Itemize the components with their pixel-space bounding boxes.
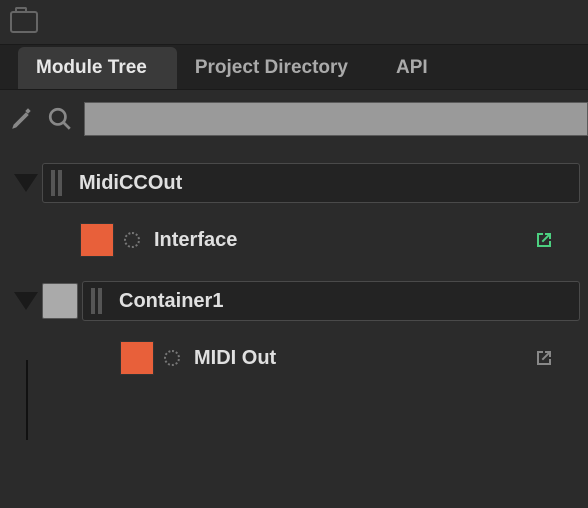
expand-toggle-icon[interactable] xyxy=(14,174,38,192)
grip-icon xyxy=(91,288,105,314)
search-icon[interactable] xyxy=(46,105,74,133)
tab-module-tree[interactable]: Module Tree xyxy=(18,47,177,89)
tree-child-interface[interactable]: Interface xyxy=(14,218,580,262)
expand-toggle-icon[interactable] xyxy=(14,292,38,310)
drag-handle[interactable] xyxy=(42,283,78,319)
popout-icon[interactable] xyxy=(532,346,556,370)
tab-project-directory[interactable]: Project Directory xyxy=(177,47,378,89)
tree-node-root: MidiCCOut xyxy=(14,162,580,204)
panel-tabs: Module Tree Project Directory API xyxy=(0,45,588,90)
child-label: Interface xyxy=(154,229,532,252)
node-title: MidiCCOut xyxy=(79,172,182,195)
edit-pencil-icon[interactable] xyxy=(8,105,36,133)
popout-icon[interactable] xyxy=(532,228,556,252)
knob-icon xyxy=(164,350,180,366)
window-topbar xyxy=(0,0,588,45)
tree-toolbar xyxy=(0,90,588,148)
tree-connector-line xyxy=(26,360,28,440)
grip-icon xyxy=(51,170,65,196)
node-title: Container1 xyxy=(119,290,223,313)
folder-icon xyxy=(10,11,38,33)
tab-api[interactable]: API xyxy=(378,47,438,89)
knob-icon xyxy=(124,232,140,248)
node-header[interactable]: MidiCCOut xyxy=(42,163,580,203)
child-label: MIDI Out xyxy=(194,347,532,370)
module-tree: MidiCCOut Interface Container1 MIDI Out xyxy=(0,148,588,380)
node-header[interactable]: Container1 xyxy=(82,281,580,321)
search-input[interactable] xyxy=(84,102,588,136)
color-swatch[interactable] xyxy=(80,223,114,257)
color-swatch[interactable] xyxy=(120,341,154,375)
tree-child-midiout[interactable]: MIDI Out xyxy=(14,336,580,380)
tree-node-container: Container1 xyxy=(14,280,580,322)
